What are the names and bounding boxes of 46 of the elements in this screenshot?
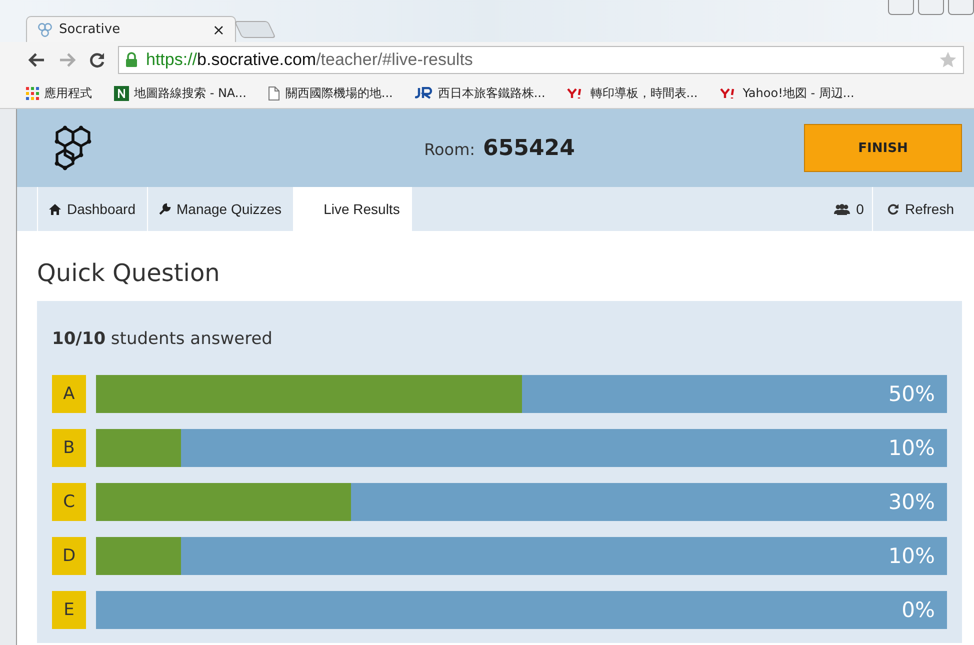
- room-number: 655424: [483, 136, 575, 160]
- tab-title: Socrative: [59, 22, 122, 37]
- back-icon[interactable]: [28, 52, 46, 68]
- browser-tab[interactable]: Socrative ×: [26, 16, 236, 42]
- answer-letter: D: [52, 537, 86, 575]
- star-icon[interactable]: [939, 51, 957, 69]
- nav-tab[interactable]: Live Results: [292, 187, 412, 231]
- percent-label: 0%: [902, 598, 936, 622]
- jr-logo-icon: [414, 87, 433, 99]
- reload-icon[interactable]: [88, 51, 106, 69]
- answer-letter: A: [52, 375, 86, 413]
- forward-icon[interactable]: [58, 52, 76, 68]
- refresh-button[interactable]: Refresh: [880, 187, 960, 231]
- home-icon: [49, 204, 61, 214]
- close-tab-button[interactable]: ×: [212, 20, 225, 38]
- bookmark-link[interactable]: Yahoo!地図 - 周辺...: [720, 84, 854, 102]
- nav-tab[interactable]: Dashboard: [37, 187, 146, 231]
- new-tab-button[interactable]: [234, 21, 276, 38]
- bookmark-link[interactable]: 西日本旅客鐵路株...: [414, 84, 546, 102]
- answer-letter: B: [52, 429, 86, 467]
- percent-label: 50%: [888, 382, 936, 406]
- room-label: Room:: [424, 140, 476, 158]
- refresh-icon: [886, 203, 899, 215]
- answered-summary: 10/10 students answered: [52, 329, 274, 349]
- maximize-button[interactable]: [948, 0, 974, 15]
- percent-label: 10%: [888, 436, 936, 460]
- address-bar[interactable]: https://b.socrative.com/teacher/#live-results: [118, 46, 964, 74]
- page-title: Quick Question: [37, 258, 221, 289]
- percent-label: 10%: [888, 544, 936, 568]
- bookmark-link[interactable]: 地圖路線搜索 - NA...: [114, 84, 246, 102]
- students-count: 0: [834, 187, 873, 231]
- n-logo-icon: [114, 86, 129, 100]
- users-icon: [834, 204, 850, 214]
- page-icon: [268, 86, 280, 100]
- wrench-icon: [158, 203, 170, 215]
- answer-letter: C: [52, 483, 86, 521]
- percent-label: 30%: [888, 490, 936, 514]
- apps-grid-icon: [26, 86, 39, 100]
- user-button[interactable]: [888, 0, 914, 15]
- bookmark-link[interactable]: 關西國際機場的地...: [268, 84, 393, 102]
- bookmark-link[interactable]: 轉印導板，時間表...: [567, 84, 698, 102]
- lock-icon: [125, 52, 138, 68]
- answer-letter: E: [52, 591, 86, 629]
- bookmark-link[interactable]: 應用程式: [26, 84, 92, 102]
- minimize-button[interactable]: [918, 0, 944, 15]
- finish-button[interactable]: FINISH: [804, 124, 962, 172]
